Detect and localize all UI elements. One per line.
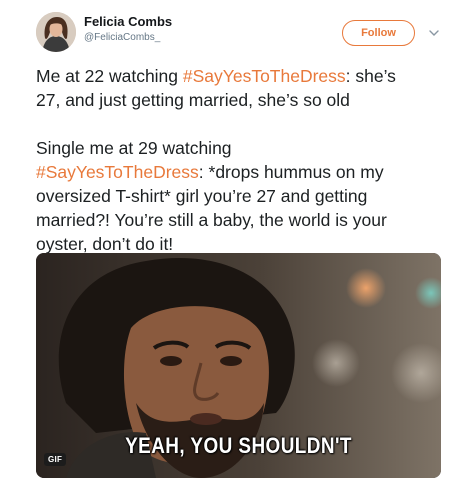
tweet-line: oversized T-shirt* girl you’re 27 and ge… (36, 186, 368, 206)
tweet-header: Felicia Combs @FeliciaCombs_ Follow (36, 12, 446, 56)
avatar[interactable] (36, 12, 76, 52)
tweet-text: Me at 22 watching (36, 66, 183, 86)
tweet-text: : *drops hummus on my (198, 162, 384, 182)
tweet-line: #SayYesToTheDress: *drops hummus on my (36, 160, 436, 184)
tweet-line: Me at 22 watching #SayYesToTheDress: she… (36, 64, 436, 88)
hashtag-link[interactable]: #SayYesToTheDress (36, 162, 199, 182)
follow-button[interactable]: Follow (342, 20, 415, 46)
tweet-line: married?! You’re still a baby, the world… (36, 210, 387, 230)
tweet-line: Single me at 29 watching (36, 138, 232, 158)
gif-caption: YEAH, YOU SHOULDN'T (125, 433, 352, 458)
tweet-line: 27, and just getting married, she’s so o… (36, 90, 350, 110)
tweet-text: : she’s (345, 66, 396, 86)
hashtag-link[interactable]: #SayYesToTheDress (183, 66, 346, 86)
author-name[interactable]: Felicia Combs (84, 14, 172, 30)
gif-media[interactable]: YEAH, YOU SHOULDN'T GIF (36, 253, 441, 478)
tweet-card: Felicia Combs @FeliciaCombs_ Follow Me a… (0, 0, 455, 484)
tweet-paragraph-2: Single me at 29 watching #SayYesToTheDre… (36, 136, 436, 256)
tweet-paragraph-1: Me at 22 watching #SayYesToTheDress: she… (36, 64, 436, 112)
chevron-down-icon[interactable] (426, 25, 442, 41)
gif-badge: GIF (44, 453, 67, 466)
author-handle[interactable]: @FeliciaCombs_ (84, 31, 172, 45)
author-info: Felicia Combs @FeliciaCombs_ (84, 14, 172, 45)
